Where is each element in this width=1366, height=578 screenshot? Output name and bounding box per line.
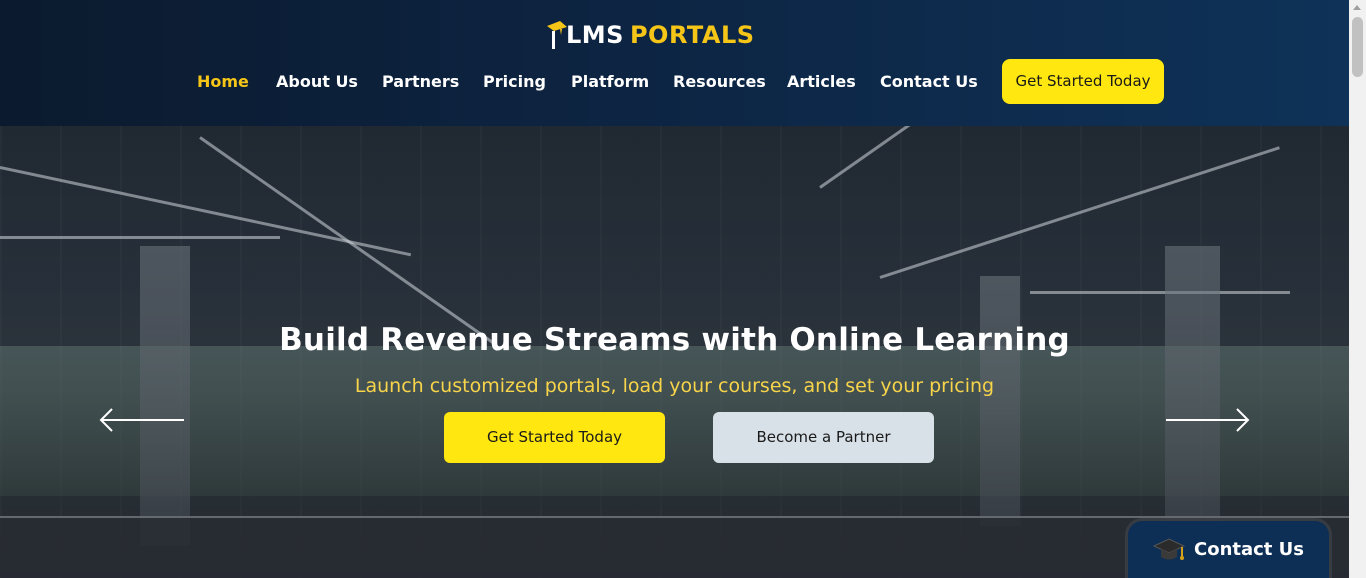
logo[interactable]: LMS PORTALS [546,17,755,53]
main-nav: Home About Us Partners Pricing Platform … [0,59,1349,104]
nav-item-pricing[interactable]: Pricing [483,59,546,104]
graduation-cap-icon [1152,537,1186,560]
nav-item-about-us[interactable]: About Us [276,59,358,104]
nav-item-platform[interactable]: Platform [571,59,649,104]
logo-text-lms: LMS [566,21,624,49]
scrollbar-thumb[interactable] [1352,17,1363,77]
hero-subtitle: Launch customized portals, load your cou… [354,375,995,397]
become-partner-button[interactable]: Become a Partner [713,412,934,463]
background-windows [0,346,1349,496]
ceiling-light [819,126,1116,189]
get-started-button[interactable]: Get Started Today [444,412,665,463]
scroll-up-icon[interactable] [1353,5,1361,10]
ceiling-light [0,236,280,239]
hero-title: Build Revenue Streams with Online Learni… [279,321,1070,358]
contact-us-widget[interactable]: Contact Us [1128,521,1329,578]
ceiling-light [1030,291,1290,294]
page-scrollbar[interactable] [1349,0,1366,578]
get-started-nav-button[interactable]: Get Started Today [1002,59,1164,104]
nav-item-partners[interactable]: Partners [382,59,459,104]
contact-us-widget-label: Contact Us [1194,539,1305,560]
logo-text-portals: PORTALS [629,21,755,49]
nav-item-contact-us[interactable]: Contact Us [880,59,978,104]
hero-slider: Build Revenue Streams with Online Learni… [0,126,1349,578]
nav-item-articles[interactable]: Articles [787,59,856,104]
arrow-left-icon[interactable] [98,406,188,434]
arrow-right-icon[interactable] [1162,406,1252,434]
background-column [980,276,1020,526]
graduation-cap-logo-icon [547,21,567,49]
site-header: LMS PORTALS Home About Us Partners Prici… [0,0,1349,126]
nav-item-home[interactable]: Home [197,59,249,104]
nav-item-resources[interactable]: Resources [673,59,766,104]
ceiling-light [199,136,496,346]
